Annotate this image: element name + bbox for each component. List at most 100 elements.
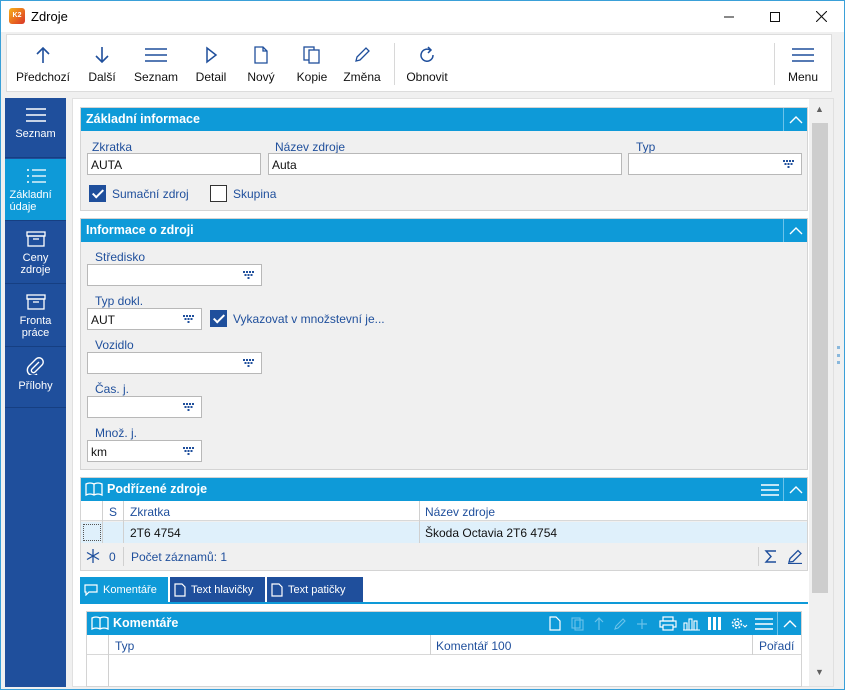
new-button[interactable]: Nový [241,35,281,91]
nazev-zdroje-field[interactable]: Auta [268,153,622,175]
column-poradi-header[interactable]: Pořadí [759,639,794,653]
close-button[interactable] [798,1,844,32]
delete-icon[interactable] [635,617,649,631]
book-icon [91,616,109,631]
column-divider [123,501,124,543]
collapse-button[interactable] [783,219,807,242]
nav-item-zakladni-udaje[interactable]: Základní údaje [5,159,66,221]
collapse-button[interactable] [777,612,801,635]
menu-button[interactable]: Menu [781,35,825,91]
minimize-button[interactable] [706,1,752,32]
nav-item-seznam[interactable]: Seznam [5,98,66,158]
chevron-up-icon [789,115,802,123]
copy-icon[interactable] [571,617,585,631]
maximize-button[interactable] [752,1,798,32]
vykazovat-checkbox[interactable] [210,310,227,327]
table-row[interactable]: 2T6 4754 Škoda Octavia 2T6 4754 [81,522,807,543]
chevron-up-icon [783,619,796,627]
column-zkratka-header[interactable]: Zkratka [130,505,170,519]
filter-snowflake-icon[interactable] [86,549,100,563]
column-divider [430,635,431,655]
comment-icon [84,583,98,596]
box-icon [25,294,46,310]
splitter-handle[interactable] [837,346,841,364]
nav-item-label: Fronta práce [19,315,52,339]
detail-label: Detail [195,70,227,84]
scroll-up-arrow-icon[interactable]: ▲ [815,104,824,114]
vertical-scrollbar[interactable]: ▲ ▼ [809,99,833,686]
tab-underline [80,602,808,604]
nav-item-ceny-zdroje[interactable]: Ceny zdroje [5,222,66,284]
pencil-icon[interactable] [787,549,803,564]
column-komentar-header[interactable]: Komentář 100 [436,639,511,653]
tab-text-paticky[interactable]: Text patičky [267,577,363,602]
book-icon [85,482,103,497]
cas-j-select[interactable] [87,396,202,418]
scrollbar-thumb[interactable] [812,123,828,593]
detail-button[interactable]: Detail [191,35,231,91]
column-typ-header[interactable]: Typ [115,639,134,653]
comments-grid-header: Typ Komentář 100 Pořadí [87,635,801,655]
refresh-button[interactable]: Obnovit [401,35,453,91]
new-document-icon[interactable] [549,616,561,631]
nav-item-label: Základní údaje [9,189,52,213]
arrow-up-icon[interactable] [593,617,605,631]
list-button[interactable]: Seznam [131,35,181,91]
collapse-button[interactable] [783,108,807,131]
grid-menu-button[interactable] [752,612,776,635]
mnoz-j-select[interactable]: km [87,440,202,462]
scroll-down-arrow-icon[interactable]: ▼ [815,667,824,677]
left-navigation: Seznam Základní údaje Ceny zdroje Fronta… [5,98,66,687]
arrow-up-icon [36,46,50,63]
tab-label: Komentáře [103,583,157,596]
printer-icon[interactable] [659,616,677,631]
nav-item-fronta-prace[interactable]: Fronta práce [5,285,66,347]
previous-label: Předchozí [15,70,71,84]
columns-icon[interactable] [707,616,725,631]
tab-komentare[interactable]: Komentáře [80,577,168,602]
collapse-button[interactable] [783,478,807,501]
list-icon [25,108,46,122]
document-icon [271,582,283,597]
typ-dokl-value: AUT [91,313,115,327]
row-nazev-cell: Škoda Octavia 2T6 4754 [425,526,558,540]
close-icon [815,11,827,22]
skupina-checkbox[interactable] [210,185,227,202]
copy-button[interactable]: Kopie [292,35,332,91]
column-s-header[interactable]: S [109,505,117,519]
pencil-icon[interactable] [613,617,627,631]
vozidlo-select[interactable] [87,352,262,374]
basic-info-header: Základní informace [81,108,807,131]
nav-item-prilohy[interactable]: Přílohy [5,348,66,408]
gear-icon[interactable] [730,616,748,631]
zkratka-field[interactable]: AUTA [87,153,261,175]
basic-info-panel: Základní informace Zkratka AUTA Název zd… [80,107,808,211]
previous-button[interactable]: Předchozí [13,35,73,91]
chart-icon[interactable] [683,616,701,631]
typ-dokl-select[interactable]: AUT [87,308,202,330]
copy-label: Kopie [296,70,328,84]
typ-select[interactable] [628,153,802,175]
paperclip-icon [26,357,44,375]
minimize-icon [724,16,734,17]
tab-label: Text patičky [288,583,346,596]
typ-label: Typ [636,140,656,154]
tab-text-hlavicky[interactable]: Text hlavičky [170,577,265,602]
sub-resources-footer: 0 Počet záznamů: 1 [81,544,807,569]
play-icon [206,46,218,64]
record-count: Počet záznamů: 1 [131,550,228,564]
refresh-icon [420,46,434,62]
toolbar-separator [774,43,775,85]
column-nazev-header[interactable]: Název zdroje [425,505,495,519]
skupina-label: Skupina [233,187,277,201]
change-button[interactable]: Změna [340,35,384,91]
stredisko-select[interactable] [87,264,262,286]
sum-icon[interactable] [764,549,778,564]
list-label: Seznam [133,70,179,84]
grid-menu-button[interactable] [758,478,782,501]
sumacni-zdroj-checkbox[interactable] [89,185,106,202]
comments-title: Komentáře [113,616,179,630]
sub-resources-grid-header: S Zkratka Název zdroje [81,501,807,521]
nazev-zdroje-label: Název zdroje [275,140,346,154]
next-button[interactable]: Další [81,35,123,91]
